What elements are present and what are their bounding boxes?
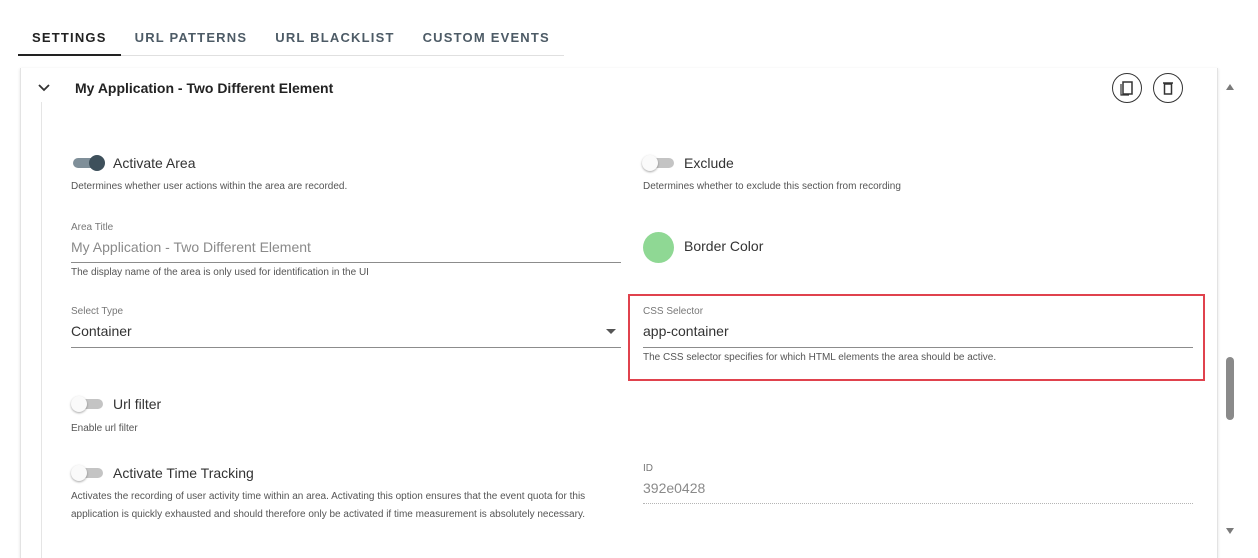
id-label: ID — [643, 463, 653, 474]
area-title-label: Area Title — [71, 222, 114, 233]
scroll-up-arrow[interactable] — [1226, 84, 1234, 90]
url-filter-hint: Enable url filter — [71, 423, 138, 434]
area-title-input[interactable]: My Application - Two Different Element — [71, 239, 621, 255]
exclude-label: Exclude — [684, 155, 734, 171]
css-selector-hint: The CSS selector specifies for which HTM… — [643, 352, 997, 363]
url-filter-toggle[interactable] — [71, 396, 105, 412]
border-color-label: Border Color — [684, 238, 764, 254]
copy-button[interactable] — [1112, 73, 1142, 103]
tab-url-blacklist[interactable]: URL BLACKLIST — [261, 24, 408, 56]
id-underline — [643, 503, 1193, 504]
activate-area-label: Activate Area — [113, 155, 196, 171]
select-type-underline — [71, 347, 621, 348]
panel-indent-line — [41, 102, 42, 558]
tab-bar: SETTINGS URL PATTERNS URL BLACKLIST CUST… — [18, 24, 564, 56]
select-type-label: Select Type — [71, 306, 124, 317]
copy-icon — [1120, 81, 1133, 96]
url-filter-label: Url filter — [113, 396, 162, 412]
dropdown-arrow-icon[interactable] — [606, 329, 616, 334]
activate-area-toggle[interactable] — [71, 155, 105, 171]
css-selector-input[interactable]: app-container — [643, 323, 1193, 339]
scroll-down-arrow[interactable] — [1226, 528, 1234, 534]
area-title-underline — [71, 262, 621, 263]
delete-button[interactable] — [1153, 73, 1183, 103]
time-tracking-label: Activate Time Tracking — [113, 465, 254, 481]
chevron-down-icon[interactable] — [36, 80, 52, 96]
tab-url-patterns[interactable]: URL PATTERNS — [121, 24, 262, 56]
scrollbar-thumb[interactable] — [1226, 357, 1234, 420]
id-value: 392e0428 — [643, 480, 706, 496]
activate-area-hint: Determines whether user actions within t… — [71, 181, 348, 192]
select-type-dropdown[interactable]: Container — [71, 323, 621, 339]
time-tracking-toggle[interactable] — [71, 465, 105, 481]
exclude-toggle[interactable] — [642, 155, 676, 171]
time-tracking-hint: Activates the recording of user activity… — [71, 491, 586, 520]
area-title-hint: The display name of the area is only use… — [71, 267, 369, 278]
css-selector-label: CSS Selector — [643, 306, 704, 317]
panel-title: My Application - Two Different Element — [75, 80, 334, 96]
tab-settings[interactable]: SETTINGS — [18, 24, 121, 56]
trash-icon — [1163, 82, 1173, 95]
css-selector-underline — [643, 347, 1193, 348]
border-color-swatch[interactable] — [643, 232, 674, 263]
exclude-hint: Determines whether to exclude this secti… — [643, 181, 901, 192]
tab-custom-events[interactable]: CUSTOM EVENTS — [409, 24, 564, 56]
